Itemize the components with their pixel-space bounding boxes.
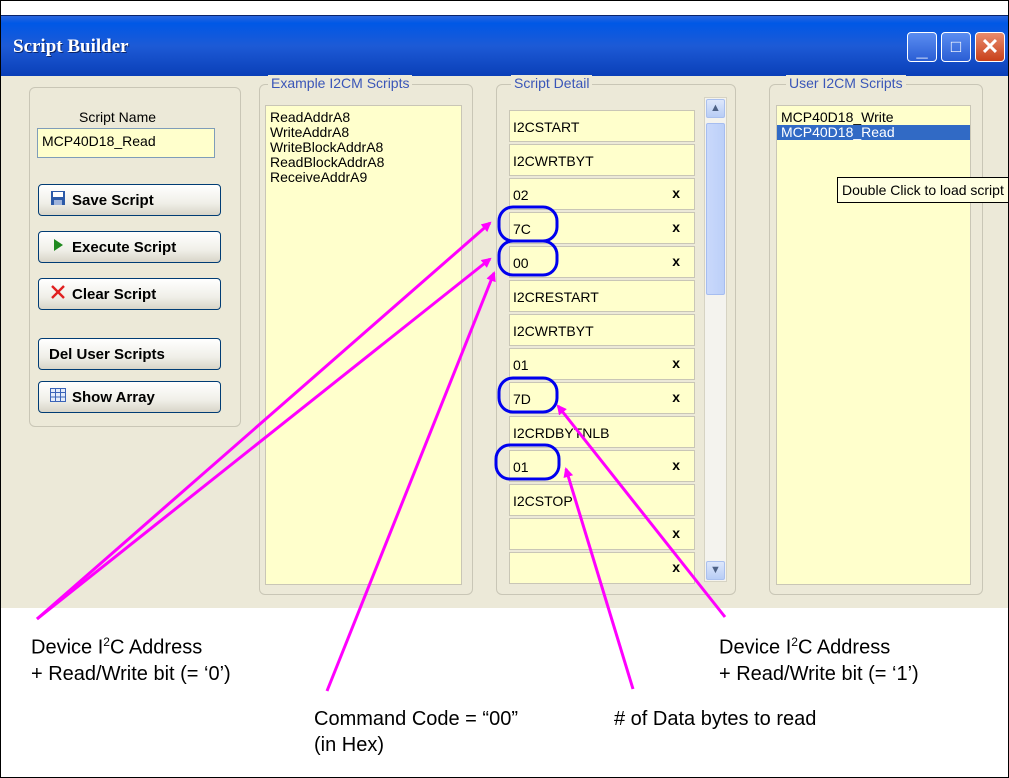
highlight-7d [497, 376, 559, 414]
callout-text: C Address [109, 636, 203, 659]
arrow-dev-addr-write-a [36, 221, 492, 621]
arrow-dev-addr-read [556, 404, 727, 618]
arrow-data-bytes [563, 467, 635, 690]
arrow-command-code [325, 271, 496, 692]
callout-text: # of Data bytes to read [614, 708, 817, 730]
callout-sup: 2 [103, 635, 110, 649]
arrow-dev-addr-write-b [36, 257, 492, 621]
figure-frame: Script Builder _ □ ✕ Script Name MCP40D1… [0, 0, 1009, 778]
callout-text: + Read/Write bit (= ‘1’) [719, 662, 919, 685]
callout-text: Device I [719, 636, 792, 659]
highlight-7c [497, 205, 559, 243]
callout-text: + Read/Write bit (= ‘0’) [31, 662, 231, 685]
callout-data-bytes: # of Data bytes to read [614, 706, 816, 732]
highlight-00 [497, 239, 559, 277]
callout-command-code: Command Code = “00” (in Hex) [314, 706, 518, 758]
highlight-01 [494, 443, 561, 481]
callout-text: C Address [797, 636, 891, 659]
callout-text: Command Code = “00” [314, 708, 518, 730]
callout-sup: 2 [791, 635, 798, 649]
callout-text: Device I [31, 636, 104, 659]
callout-text: (in Hex) [314, 734, 385, 756]
callout-dev-addr-write: Device I2C Address + Read/Write bit (= ‘… [31, 629, 231, 687]
callout-dev-addr-read: Device I2C Address + Read/Write bit (= ‘… [719, 629, 919, 687]
